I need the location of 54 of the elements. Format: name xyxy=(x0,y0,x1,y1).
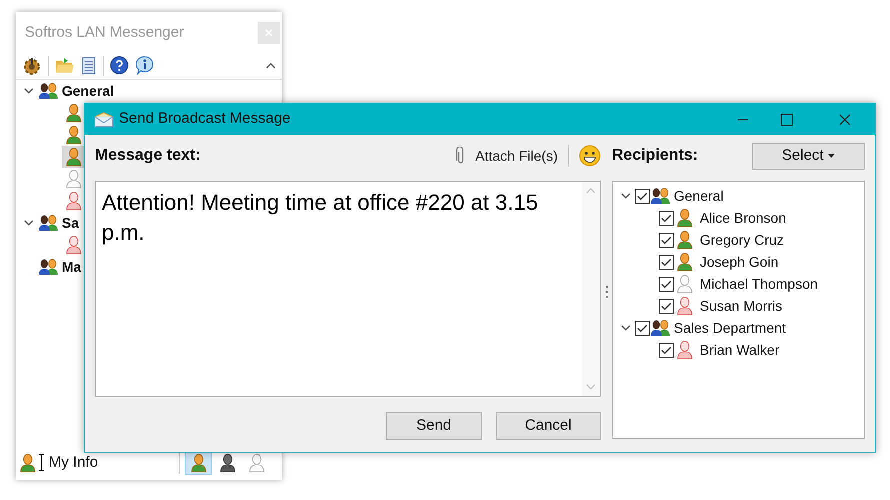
gear-icon[interactable] xyxy=(22,56,42,76)
recipient-label[interactable]: Brian Walker xyxy=(700,340,780,360)
group-label[interactable]: Sales Department xyxy=(674,318,786,338)
person-icon[interactable] xyxy=(20,453,36,473)
text-cursor-icon xyxy=(38,454,45,472)
recipient-label[interactable]: Joseph Goin xyxy=(700,252,779,272)
checkbox[interactable] xyxy=(659,254,674,270)
recipient-label[interactable]: Susan Morris xyxy=(700,296,782,316)
help-icon[interactable] xyxy=(110,56,129,75)
window-title: Softros LAN Messenger xyxy=(25,22,186,43)
recipient-label[interactable]: Gregory Cruz xyxy=(700,230,784,250)
checkbox[interactable] xyxy=(659,232,674,248)
expand-chevron-icon[interactable] xyxy=(24,88,34,94)
recipient-label[interactable]: Alice Bronson xyxy=(700,208,786,228)
paperclip-icon[interactable] xyxy=(456,147,466,165)
close-icon xyxy=(265,29,273,37)
message-label: Message text: xyxy=(95,146,202,166)
expand-chevron-icon[interactable] xyxy=(621,193,631,199)
attach-files-link[interactable]: Attach File(s) xyxy=(476,146,558,166)
my-info-label[interactable]: My Info xyxy=(49,452,179,474)
group-icon xyxy=(650,319,672,337)
envelope-icon xyxy=(94,112,114,128)
expand-chevron-icon[interactable] xyxy=(24,220,34,226)
checkbox[interactable] xyxy=(635,320,650,336)
group-label[interactable]: General xyxy=(62,80,114,102)
dialog-title: Send Broadcast Message xyxy=(119,109,292,130)
checkbox[interactable] xyxy=(659,210,674,226)
maximize-icon[interactable] xyxy=(781,114,793,126)
group-icon xyxy=(38,82,60,100)
select-button[interactable]: Select xyxy=(752,142,865,170)
smiley-icon[interactable] xyxy=(579,145,601,167)
checkbox[interactable] xyxy=(659,298,674,314)
recipients-label: Recipients: xyxy=(612,146,700,166)
info-icon[interactable] xyxy=(135,56,155,76)
contact-row[interactable] xyxy=(62,146,86,168)
document-icon[interactable] xyxy=(81,56,97,74)
group-icon xyxy=(650,187,672,205)
checkbox[interactable] xyxy=(635,188,650,204)
cancel-button[interactable]: Cancel xyxy=(496,412,601,440)
folder-icon[interactable] xyxy=(55,56,75,74)
group-icon xyxy=(38,258,60,276)
group-label[interactable]: Ma xyxy=(62,256,82,278)
message-field[interactable]: Attention! Meeting time at office #220 at 3.15 p.m. xyxy=(95,181,601,397)
group-icon xyxy=(38,214,60,232)
send-button[interactable]: Send xyxy=(386,412,482,440)
checkbox[interactable] xyxy=(659,342,674,358)
checkbox[interactable] xyxy=(659,276,674,292)
group-label[interactable]: General xyxy=(674,186,724,206)
collapse-icon[interactable] xyxy=(266,62,276,68)
recipient-label[interactable]: Michael Thompson xyxy=(700,274,818,294)
dropdown-caret-icon xyxy=(828,154,835,158)
group-label[interactable]: Sa xyxy=(62,212,80,234)
close-icon[interactable] xyxy=(839,114,851,126)
expand-chevron-icon[interactable] xyxy=(621,325,631,331)
